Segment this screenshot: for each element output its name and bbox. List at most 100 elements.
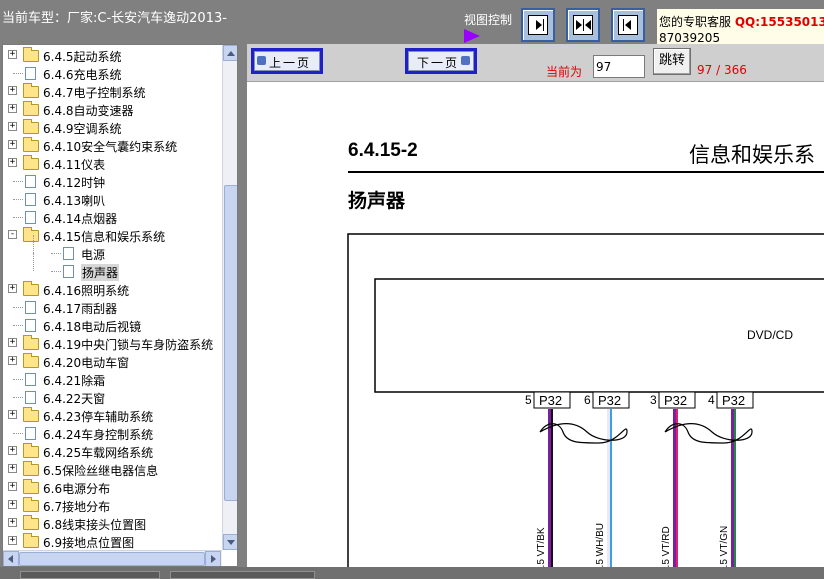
- tree-horizontal-scrollbar[interactable]: [3, 550, 222, 566]
- tree-item[interactable]: +6.4.10安全气囊约束系统: [3, 136, 221, 154]
- tree-item[interactable]: +6.4.8自动变速器: [3, 100, 221, 118]
- tree-item-label[interactable]: 6.4.9空调系统: [43, 120, 122, 137]
- tree-item[interactable]: 6.4.13喇叭: [3, 190, 221, 208]
- tree-item-label[interactable]: 6.4.7电子控制系统: [43, 84, 146, 101]
- expand-left-button[interactable]: [611, 8, 645, 42]
- tree-item-label[interactable]: 6.4.19中央门锁与车身防盗系统: [43, 336, 213, 353]
- expand-icon[interactable]: +: [8, 482, 17, 491]
- tree-item-label[interactable]: 6.4.18电动后视镜: [43, 318, 141, 335]
- tree-item-label[interactable]: 6.4.22天窗: [43, 390, 105, 407]
- tree-horizontal-scroll-thumb[interactable]: [19, 552, 205, 566]
- tree-item[interactable]: +6.4.9空调系统: [3, 118, 221, 136]
- tree-item-label[interactable]: 电源: [81, 246, 105, 263]
- tree-item-label[interactable]: 6.8线束接头位置图: [43, 516, 146, 533]
- tree-item[interactable]: +6.4.7电子控制系统: [3, 82, 221, 100]
- tree-item-label[interactable]: 6.4.23停车辅助系统: [43, 408, 153, 425]
- tree-item-label[interactable]: 6.9接地点位置图: [43, 534, 134, 551]
- tree-item[interactable]: +6.4.23停车辅助系统: [3, 406, 221, 424]
- expand-icon[interactable]: +: [8, 50, 17, 59]
- tree-item[interactable]: +6.4.11仪表: [3, 154, 221, 172]
- tree-item-label[interactable]: 6.4.8自动变速器: [43, 102, 134, 119]
- prev-page-label: 上一页: [269, 56, 312, 70]
- tree-item[interactable]: - 6.4.15信息和娱乐系统: [3, 226, 221, 244]
- tree-item-label[interactable]: 6.4.16照明系统: [43, 282, 129, 299]
- expand-icon[interactable]: +: [8, 500, 17, 509]
- tree-item[interactable]: +6.4.5起动系统: [3, 46, 221, 64]
- tree-item-label[interactable]: 6.4.10安全气囊约束系统: [43, 138, 177, 155]
- qq-link[interactable]: QQ:15535013: [735, 15, 824, 29]
- scroll-down-button[interactable]: [223, 534, 237, 550]
- wire-stripe: [551, 409, 553, 567]
- expand-icon[interactable]: +: [8, 122, 17, 131]
- scroll-right-button[interactable]: [205, 551, 221, 566]
- tree-item-label[interactable]: 6.4.13喇叭: [43, 192, 105, 209]
- scroll-up-button[interactable]: [223, 45, 237, 61]
- tree-item[interactable]: 6.4.22天窗: [3, 388, 221, 406]
- expand-icon[interactable]: +: [8, 536, 17, 545]
- tree-item-label[interactable]: 6.4.5起动系统: [43, 48, 122, 65]
- expand-icon[interactable]: +: [8, 104, 17, 113]
- expand-icon[interactable]: +: [8, 410, 17, 419]
- tree-item[interactable]: +6.5保险丝继电器信息: [3, 460, 221, 478]
- expand-icon[interactable]: +: [8, 446, 17, 455]
- tree-item-label[interactable]: 6.4.20电动车窗: [43, 354, 129, 371]
- tree-item-label[interactable]: 6.6电源分布: [43, 480, 110, 497]
- expand-icon[interactable]: +: [8, 518, 17, 527]
- tree-item-label[interactable]: 6.4.25车载网络系统: [43, 444, 153, 461]
- tree-item-label[interactable]: 6.4.14点烟器: [43, 210, 117, 227]
- service-phone: 87039205: [659, 31, 721, 44]
- tree-item-label[interactable]: 6.4.24车身控制系统: [43, 426, 153, 443]
- collapse-icon[interactable]: -: [8, 230, 17, 239]
- expand-icon[interactable]: +: [8, 284, 17, 293]
- twisted-pair-icon: [539, 423, 628, 444]
- tree-vertical-scroll-thumb[interactable]: [224, 185, 237, 501]
- tree-item[interactable]: 扬声器: [3, 253, 221, 281]
- tree-item-label[interactable]: 6.5保险丝继电器信息: [43, 462, 158, 479]
- tree-item[interactable]: 6.4.18电动后视镜: [3, 316, 221, 334]
- tree-item-label[interactable]: 扬声器: [81, 264, 120, 281]
- tree-item[interactable]: +6.4.20电动车窗: [3, 352, 221, 370]
- tree-item[interactable]: +6.6电源分布: [3, 478, 221, 496]
- expand-icon[interactable]: +: [8, 140, 17, 149]
- tree-item[interactable]: 6.4.17雨刮器: [3, 298, 221, 316]
- pin-number: 6: [584, 393, 591, 407]
- next-page-button[interactable]: 下一页: [405, 48, 477, 74]
- tree-item[interactable]: 电源: [3, 235, 221, 263]
- expand-icon[interactable]: +: [8, 464, 17, 473]
- tree-item-label[interactable]: 6.4.12时钟: [43, 174, 105, 191]
- tree-item-label[interactable]: 6.4.21除霜: [43, 372, 105, 389]
- expand-icon[interactable]: +: [8, 86, 17, 95]
- tree-vertical-scrollbar[interactable]: [222, 45, 237, 550]
- tree-item-label[interactable]: 6.7接地分布: [43, 498, 110, 515]
- expand-icon[interactable]: +: [8, 356, 17, 365]
- tree-item[interactable]: 6.4.14点烟器: [3, 208, 221, 226]
- prev-page-button[interactable]: 上一页: [251, 48, 323, 74]
- tree-item[interactable]: 6.4.12时钟: [3, 172, 221, 190]
- folder-icon: [23, 443, 39, 458]
- tree-item-label[interactable]: 6.4.6充电系统: [43, 66, 122, 83]
- tree-item[interactable]: +6.4.16照明系统: [3, 280, 221, 298]
- tree-item[interactable]: +6.8线束接头位置图: [3, 514, 221, 532]
- tree-item[interactable]: +6.4.19中央门锁与车身防盗系统: [3, 334, 221, 352]
- tree-item-label[interactable]: 6.4.15信息和娱乐系统: [43, 228, 165, 245]
- tree-item[interactable]: +6.7接地分布: [3, 496, 221, 514]
- tree-item[interactable]: +6.9接地点位置图: [3, 532, 221, 550]
- tree-connector-line: [51, 253, 61, 254]
- tree-connector-line: [13, 199, 23, 200]
- tree-item-label[interactable]: 6.4.11仪表: [43, 156, 105, 173]
- expand-icon[interactable]: +: [8, 158, 17, 167]
- page-number-input[interactable]: [593, 55, 645, 78]
- status-tab[interactable]: [170, 571, 315, 579]
- tree-item[interactable]: 6.4.6充电系统: [3, 64, 221, 82]
- status-tab[interactable]: [20, 571, 160, 579]
- split-view-icon: [573, 15, 593, 35]
- tree-item-label[interactable]: 6.4.17雨刮器: [43, 300, 117, 317]
- expand-right-button[interactable]: [521, 8, 555, 42]
- tree-item[interactable]: 6.4.24车身控制系统: [3, 424, 221, 442]
- expand-icon[interactable]: +: [8, 338, 17, 347]
- scroll-left-button[interactable]: [3, 551, 19, 566]
- split-view-button[interactable]: [566, 8, 600, 42]
- tree-item[interactable]: 6.4.21除霜: [3, 370, 221, 388]
- tree-item[interactable]: +6.4.25车载网络系统: [3, 442, 221, 460]
- jump-button[interactable]: 跳转: [653, 48, 691, 75]
